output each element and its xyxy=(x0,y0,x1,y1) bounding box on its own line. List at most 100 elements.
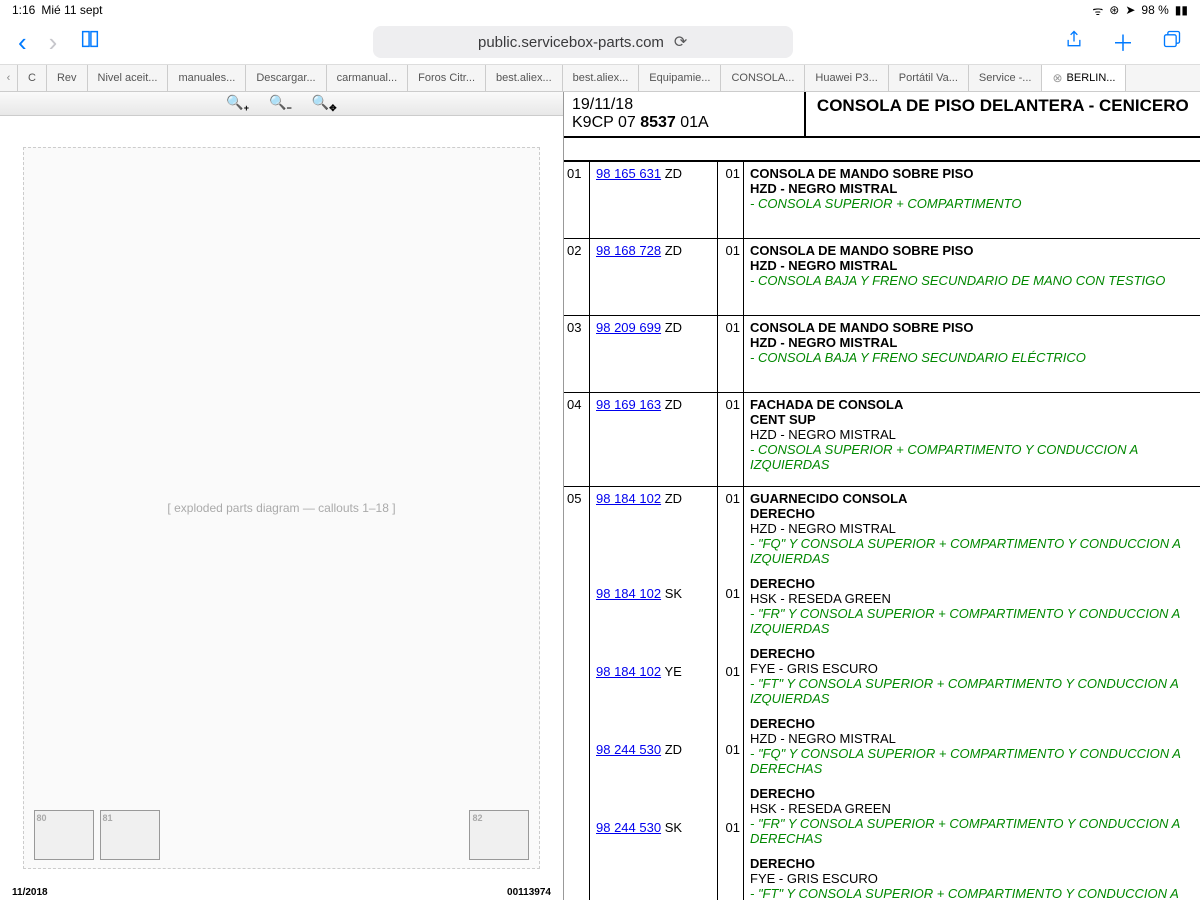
row-index: 01 xyxy=(564,162,590,238)
col-description: CONSOLA DE MANDO SOBRE PISOHZD - NEGRO M… xyxy=(744,162,1200,238)
part-suffix: SK xyxy=(661,586,682,601)
part-desc-line: HZD - NEGRO MISTRAL xyxy=(750,521,1194,536)
part-number-link[interactable]: 98 169 163 xyxy=(596,397,661,412)
header-spacer xyxy=(564,138,1200,162)
thumb-82[interactable]: 82 xyxy=(469,810,529,860)
part-number-link[interactable]: 98 184 102 xyxy=(596,491,661,506)
part-desc-line: FYE - GRIS ESCURO xyxy=(750,661,1194,676)
share-button[interactable] xyxy=(1064,28,1084,56)
address-bar[interactable]: public.servicebox-parts.com ⟳ xyxy=(373,26,793,58)
tab-10[interactable]: CONSOLA... xyxy=(721,65,805,91)
zoom-out-button[interactable]: 🔍− xyxy=(269,94,292,113)
col-qty: 01 xyxy=(718,162,744,238)
table-header: 19/11/18 K9CP 07 8537 01A CONSOLA DE PIS… xyxy=(564,92,1200,138)
part-number-link[interactable]: 98 168 728 xyxy=(596,243,661,258)
part-desc-line: HZD - NEGRO MISTRAL xyxy=(750,181,1194,196)
tab-2[interactable]: Nivel aceit... xyxy=(88,65,169,91)
bookmarks-button[interactable] xyxy=(79,28,101,56)
part-desc-line: DERECHO xyxy=(750,576,1194,591)
part-note: - "FT" Y CONSOLA SUPERIOR + COMPARTIMENT… xyxy=(750,886,1194,900)
back-button[interactable]: ‹ xyxy=(18,27,27,58)
part-number-link[interactable]: 98 244 530 xyxy=(596,742,661,757)
tab-9[interactable]: Equipamie... xyxy=(639,65,721,91)
tab-1[interactable]: Rev xyxy=(47,65,88,91)
tab-close-icon[interactable]: ⊗ xyxy=(1052,71,1062,85)
tab-label: best.aliex... xyxy=(573,72,629,84)
part-note: - CONSOLA BAJA Y FRENO SECUNDARIO ELÉCTR… xyxy=(750,350,1194,365)
row-index: 03 xyxy=(564,316,590,392)
col-description: GUARNECIDO CONSOLADERECHOHZD - NEGRO MIS… xyxy=(744,487,1200,900)
part-note: - CONSOLA BAJA Y FRENO SECUNDARIO DE MAN… xyxy=(750,273,1194,288)
tab-label: Equipamie... xyxy=(649,72,710,84)
col-qty: 01 xyxy=(718,316,744,392)
tab-14[interactable]: ⊗BERLIN... xyxy=(1042,65,1126,91)
part-number-link[interactable]: 98 244 530 xyxy=(596,820,661,835)
thumb-81[interactable]: 81 xyxy=(100,810,160,860)
tab-label: Descargar... xyxy=(256,72,315,84)
tab-label: carmanual... xyxy=(337,72,398,84)
exploded-diagram: [ exploded parts diagram — callouts 1–18… xyxy=(23,147,541,868)
zoom-in-button[interactable]: 🔍+ xyxy=(226,94,249,113)
diagram-area[interactable]: [ exploded parts diagram — callouts 1–18… xyxy=(0,116,563,900)
col-qty: 01 xyxy=(718,393,744,486)
part-desc-line: HZD - NEGRO MISTRAL xyxy=(750,258,1194,273)
part-suffix: SK xyxy=(661,820,682,835)
col-partnumber: 98 184 102 ZD98 184 102 SK98 184 102 YE9… xyxy=(590,487,718,900)
new-tab-button[interactable]: ＋ xyxy=(1112,26,1134,58)
tab-13[interactable]: Service -... xyxy=(969,65,1043,91)
col-partnumber: 98 209 699 ZD xyxy=(590,316,718,392)
part-desc-line: DERECHO xyxy=(750,716,1194,731)
table-row: 0598 184 102 ZD98 184 102 SK98 184 102 Y… xyxy=(564,487,1200,900)
part-number-link[interactable]: 98 184 102 xyxy=(596,586,661,601)
tab-6[interactable]: Foros Citr... xyxy=(408,65,486,91)
col-partnumber: 98 169 163 ZD xyxy=(590,393,718,486)
tab-7[interactable]: best.aliex... xyxy=(486,65,563,91)
tab-12[interactable]: Portátil Va... xyxy=(889,65,969,91)
tab-label: CONSOLA... xyxy=(731,72,794,84)
part-suffix: ZD xyxy=(661,397,682,412)
part-suffix: ZD xyxy=(661,243,682,258)
tab-0[interactable]: C xyxy=(18,65,47,91)
tab-label: manuales... xyxy=(178,72,235,84)
part-suffix: ZD xyxy=(661,166,682,181)
diagram-date: 11/2018 xyxy=(12,887,48,898)
qty: 01 xyxy=(721,166,740,234)
part-desc-line: HZD - NEGRO MISTRAL xyxy=(750,731,1194,746)
col-qty: 01 xyxy=(718,239,744,315)
qty: 01 xyxy=(721,742,740,810)
part-note: - "FQ" Y CONSOLA SUPERIOR + COMPARTIMENT… xyxy=(750,746,1194,776)
tab-4[interactable]: Descargar... xyxy=(246,65,326,91)
qty: 01 xyxy=(721,586,740,654)
part-note: - "FR" Y CONSOLA SUPERIOR + COMPARTIMENT… xyxy=(750,816,1194,846)
table-row: 0398 209 699 ZD01CONSOLA DE MANDO SOBRE … xyxy=(564,316,1200,393)
part-title: GUARNECIDO CONSOLA xyxy=(750,491,1194,506)
tabs-button[interactable] xyxy=(1162,29,1182,55)
header-code: K9CP 07 8537 01A xyxy=(572,114,796,132)
tab-5[interactable]: carmanual... xyxy=(327,65,409,91)
status-time: 1:16 xyxy=(12,3,35,17)
tab-3[interactable]: manuales... xyxy=(168,65,246,91)
forward-button[interactable]: › xyxy=(49,27,58,58)
thumb-80[interactable]: 80 xyxy=(34,810,94,860)
tab-11[interactable]: Huawei P3... xyxy=(805,65,888,91)
row-index: 02 xyxy=(564,239,590,315)
refresh-icon[interactable]: ⟳ xyxy=(674,32,687,52)
part-number-link[interactable]: 98 184 102 xyxy=(596,664,661,679)
part-note: - CONSOLA SUPERIOR + COMPARTIMENTO Y CON… xyxy=(750,442,1194,472)
status-date: Mié 11 sept xyxy=(41,3,102,17)
rotation-lock-icon: ⊛ xyxy=(1109,3,1119,17)
parts-table-pane[interactable]: 19/11/18 K9CP 07 8537 01A CONSOLA DE PIS… xyxy=(564,92,1200,900)
header-title: CONSOLA DE PISO DELANTERA - CENICERO xyxy=(806,92,1200,136)
browser-toolbar: ‹ › public.servicebox-parts.com ⟳ ＋ xyxy=(0,20,1200,64)
zoom-pan-button[interactable]: 🔍✥ xyxy=(312,94,337,114)
tab-scroll-left[interactable]: ‹ xyxy=(0,65,18,91)
col-partnumber: 98 168 728 ZD xyxy=(590,239,718,315)
part-number-link[interactable]: 98 165 631 xyxy=(596,166,661,181)
part-number-link[interactable]: 98 209 699 xyxy=(596,320,661,335)
part-note: - "FR" Y CONSOLA SUPERIOR + COMPARTIMENT… xyxy=(750,606,1194,636)
tab-8[interactable]: best.aliex... xyxy=(563,65,640,91)
part-title: CONSOLA DE MANDO SOBRE PISO xyxy=(750,166,1194,181)
battery-percent: 98 % xyxy=(1141,3,1168,17)
part-note: - CONSOLA SUPERIOR + COMPARTIMENTO xyxy=(750,196,1194,211)
col-qty: 010101010101 xyxy=(718,487,744,900)
